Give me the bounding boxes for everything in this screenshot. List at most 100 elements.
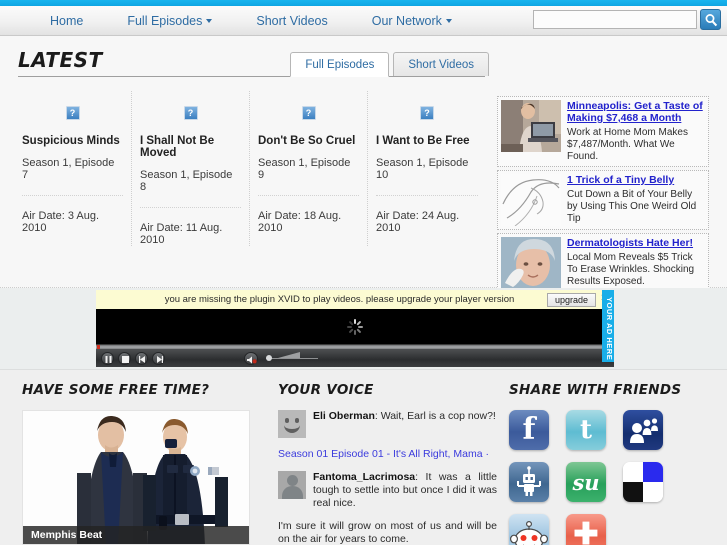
search-button[interactable]	[700, 9, 721, 30]
episode-thumbnail: ?	[376, 91, 478, 135]
ad-thumbnail	[501, 100, 561, 152]
facebook-glyph: f	[522, 411, 536, 447]
episode-thumbnail: ?	[258, 91, 359, 135]
ad-headline-link[interactable]: Dermatologists Hate Her!	[567, 237, 705, 249]
nav-item-home[interactable]: Home	[28, 6, 105, 36]
belly-sketch-illustration	[501, 174, 561, 226]
nav-item-full-episodes[interactable]: Full Episodes	[105, 6, 234, 36]
comment-item: Eli Oberman: Wait, Earl is a cop now?!	[278, 410, 497, 438]
episode-air-date: Air Date: 11 Aug. 2010	[140, 222, 223, 246]
search-area	[533, 9, 721, 30]
episode-title: Suspicious Minds	[22, 135, 120, 147]
comment-text: : Wait, Earl is a cop now?!	[374, 410, 496, 422]
chevron-down-icon	[206, 18, 213, 23]
video-stage[interactable]	[96, 309, 614, 344]
ad-headline-link[interactable]: Minneapolis: Get a Taste of Making $7,46…	[567, 100, 705, 124]
promo-caption: Memphis Beat	[23, 526, 249, 544]
ad-description: Cut Down a Bit of Your Belly by Using Th…	[567, 189, 697, 224]
tab-short-videos[interactable]: Short Videos	[393, 52, 489, 76]
comment-author[interactable]: Fantoma_Lacrimosa	[313, 471, 415, 483]
volume-handle[interactable]	[266, 354, 272, 361]
episode-subtitle: Season 1, Episode 8	[140, 169, 241, 208]
episode-title: Don't Be So Cruel	[258, 135, 356, 147]
episode-card[interactable]: ? I Want to Be Free Season 1, Episode 10…	[368, 91, 486, 246]
comment-item: Fantoma_Lacrimosa: It was a little tough…	[278, 471, 497, 510]
ad-item[interactable]: 1 Trick of a Tiny Belly Cut Down a Bit o…	[497, 170, 709, 230]
latest-tabs: Full Episodes Short Videos	[290, 52, 493, 77]
twitter-share-icon[interactable]: t	[566, 410, 606, 450]
plus-glyph: ✚	[573, 517, 599, 545]
search-icon	[705, 14, 718, 27]
episode-card[interactable]: ? Suspicious Minds Season 1, Episode 7 A…	[14, 91, 132, 246]
myspace-share-icon[interactable]	[623, 410, 663, 450]
silhouette-avatar	[278, 471, 306, 499]
digg-robot-glyph	[517, 466, 541, 496]
previous-button[interactable]	[135, 351, 148, 365]
nav-item-our-network[interactable]: Our Network	[350, 6, 474, 36]
previous-icon	[139, 355, 145, 363]
your-ad-here-strip[interactable]: YOUR AD HERE	[602, 290, 614, 362]
delicious-share-icon[interactable]	[623, 462, 663, 502]
bottom-sections: HAVE SOME FREE TIME? Memphis Beat YOUR V…	[0, 370, 727, 545]
reddit-share-icon[interactable]	[509, 514, 549, 545]
comment-trailing: ·	[482, 448, 489, 460]
ad-thumbnail	[501, 174, 561, 226]
episode-card[interactable]: ? Don't Be So Cruel Season 1, Episode 9 …	[250, 91, 368, 246]
ad-text: Minneapolis: Get a Taste of Making $7,46…	[567, 100, 705, 163]
section-title-free-time: HAVE SOME FREE TIME?	[22, 382, 210, 398]
upgrade-button[interactable]: upgrade	[546, 292, 596, 307]
woman-at-laptop-photo	[501, 100, 561, 152]
latest-section: LATEST Full Episodes Short Videos ? Susp…	[0, 36, 727, 315]
comment-body: Eli Oberman: Wait, Earl is a cop now?!	[313, 410, 497, 438]
delicious-squares-glyph	[623, 462, 663, 502]
speaker-muted-icon[interactable]	[244, 351, 258, 365]
comment-body: Fantoma_Lacrimosa: It was a little tough…	[313, 471, 497, 510]
search-input[interactable]	[533, 10, 697, 29]
stop-button[interactable]	[118, 351, 131, 365]
comment-author[interactable]: Eli Oberman	[313, 410, 375, 422]
tab-label: Full Episodes	[305, 59, 375, 71]
episode-air-date: Air Date: 18 Aug. 2010	[258, 210, 342, 234]
digg-share-icon[interactable]	[509, 462, 549, 502]
title-divider	[18, 76, 485, 77]
stumbleupon-share-icon[interactable]: su	[566, 462, 606, 502]
ad-text: Dermatologists Hate Her! Local Mom Revea…	[567, 237, 705, 289]
latest-header: LATEST Full Episodes Short Videos	[0, 36, 489, 77]
nav-item-label: Full Episodes	[127, 13, 203, 28]
pause-button[interactable]	[101, 351, 114, 365]
chevron-down-icon	[445, 18, 452, 23]
volume-slider[interactable]	[266, 351, 318, 361]
comment-overflow-text: I'm sure it will grow on most of us and …	[278, 520, 497, 545]
promo-card[interactable]: Memphis Beat	[22, 410, 250, 545]
video-player[interactable]: you are missing the plugin XVID to play …	[96, 290, 614, 367]
comment-episode-link[interactable]: Season 01 Episode 01 - It's All Right, M…	[278, 448, 497, 461]
more-share-icon[interactable]: ✚	[566, 514, 606, 545]
episode-thumbnail: ?	[140, 91, 241, 135]
two-men-suit-and-police-uniform-photo	[23, 411, 249, 544]
stop-icon	[122, 355, 129, 363]
share-column: SHARE WITH FRIENDS f t su ✚	[497, 382, 727, 545]
speaker-glyph	[247, 355, 257, 364]
your-voice-column: YOUR VOICE Eli Oberman: Wait, Earl is a …	[262, 382, 497, 545]
nav-item-label: Short Videos	[256, 13, 328, 28]
ad-description: Work at Home Mom Makes $7,487/Month. Wha…	[567, 127, 688, 162]
facebook-share-icon[interactable]: f	[509, 410, 549, 450]
episode-title: I Want to Be Free	[376, 135, 470, 147]
episode-title: I Shall Not Be Moved	[140, 135, 215, 159]
episode-subtitle: Season 1, Episode 9	[258, 157, 359, 196]
tab-label: Short Videos	[408, 59, 474, 71]
ad-headline-link[interactable]: 1 Trick of a Tiny Belly	[567, 174, 705, 186]
comment-episode-link-label: Season 01 Episode 01 - It's All Right, M…	[278, 448, 483, 460]
plugin-notice-bar: you are missing the plugin XVID to play …	[96, 290, 614, 309]
section-title-your-voice: YOUR VOICE	[278, 382, 374, 398]
next-icon	[157, 355, 163, 363]
next-button[interactable]	[152, 351, 165, 365]
tab-full-episodes[interactable]: Full Episodes	[290, 52, 390, 77]
stumbleupon-glyph: su	[572, 469, 600, 495]
nav-item-short-videos[interactable]: Short Videos	[234, 6, 349, 36]
episode-card[interactable]: ? I Shall Not Be Moved Season 1, Episode…	[132, 91, 250, 246]
ad-item[interactable]: Dermatologists Hate Her! Local Mom Revea…	[497, 233, 709, 293]
broken-image-icon: ?	[301, 106, 316, 120]
ad-item[interactable]: Minneapolis: Get a Taste of Making $7,46…	[497, 96, 709, 167]
episode-air-date: Air Date: 24 Aug. 2010	[376, 210, 460, 234]
